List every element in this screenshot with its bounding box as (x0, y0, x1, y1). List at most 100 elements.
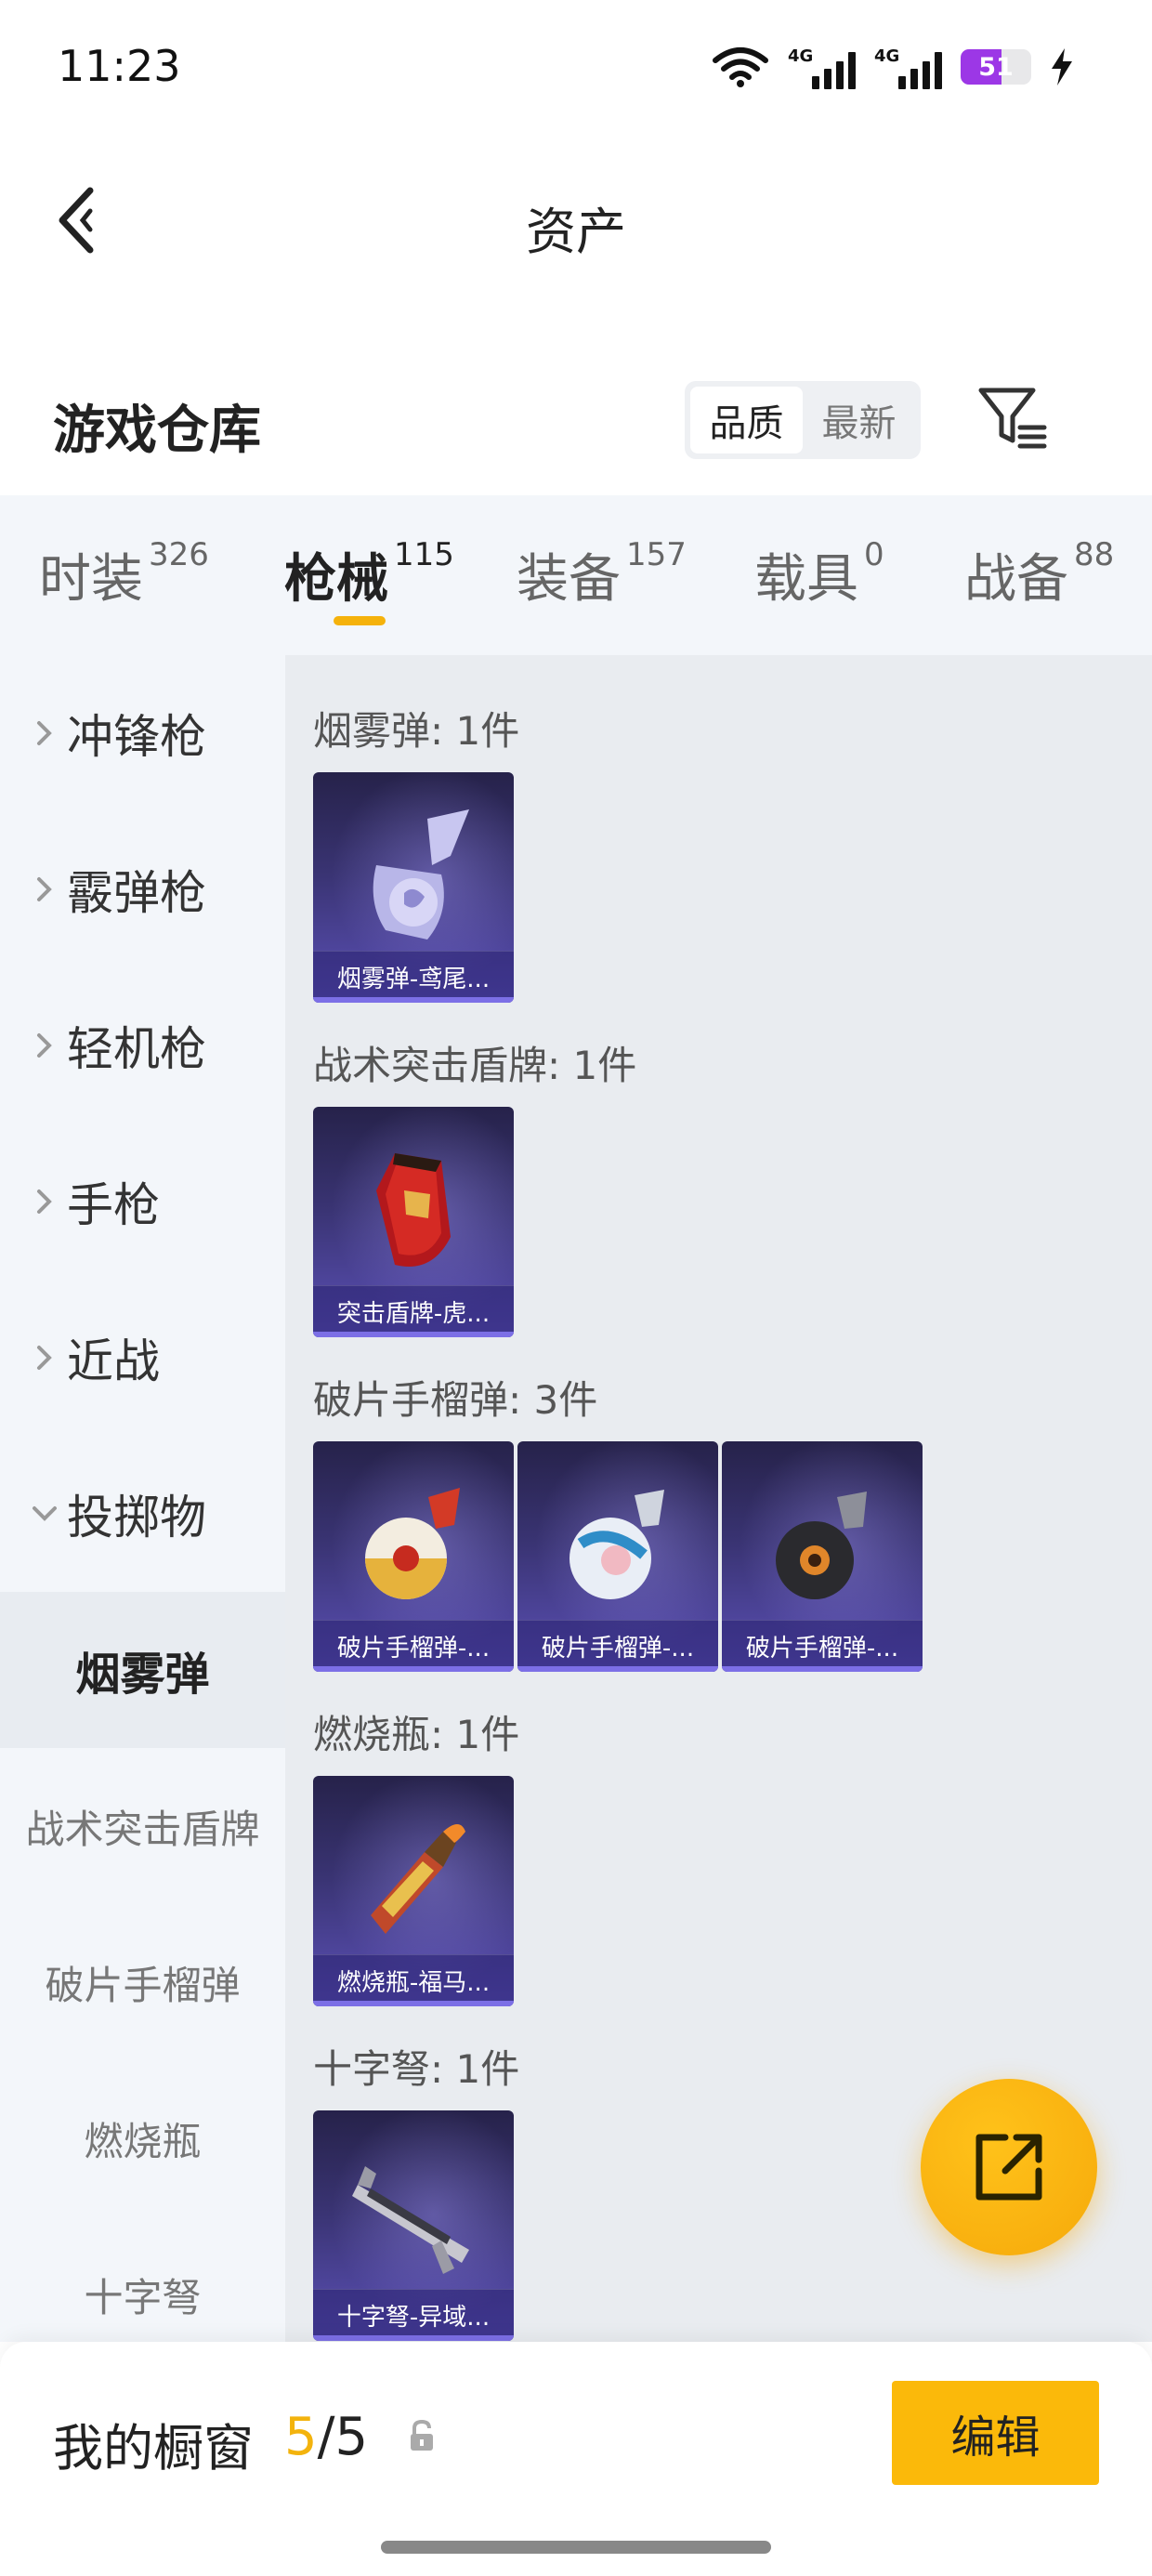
showcase-separator: / (317, 2407, 335, 2467)
sidebar-sub-frag[interactable]: 破片手榴弹 (0, 1904, 285, 2060)
tab-firearms[interactable]: 枪械 115 (284, 537, 454, 612)
status-time: 11:23 (58, 41, 181, 91)
tab-equipment-count: 157 (626, 536, 687, 573)
section-title-shield: 战术突击盾牌: 1件 (313, 1043, 637, 1088)
tab-fashion-label: 时装 (39, 549, 143, 610)
tab-supplies-count: 88 (1074, 536, 1115, 573)
sidebar-item-label: 近战 (67, 1334, 160, 1388)
sidebar-sub-smoke[interactable]: 烟雾弹 (0, 1592, 285, 1748)
item-name-label: 破片手榴弹-... (313, 1620, 514, 1672)
sidebar-item-melee[interactable]: 近战 (0, 1280, 285, 1436)
cell-signal-icon: 4G (788, 45, 856, 89)
chevron-right-icon (26, 1183, 63, 1220)
item-card-shield[interactable]: 突击盾牌-虎... (313, 1107, 514, 1337)
sort-option-quality[interactable]: 品质 (690, 387, 803, 453)
sidebar-item-label: 轻机枪 (67, 1022, 206, 1076)
section-title-smoke: 烟雾弹: 1件 (313, 708, 520, 754)
sidebar-sub-molotov[interactable]: 燃烧瓶 (0, 2060, 285, 2216)
tab-firearms-label: 枪械 (284, 549, 388, 610)
sidebar-item-label: 投掷物 (67, 1491, 206, 1544)
sort-toggle: 品质 最新 (685, 381, 921, 459)
tab-supplies-label: 战备 (964, 549, 1068, 610)
showcase-used: 5 (284, 2407, 318, 2467)
home-indicator[interactable] (381, 2541, 771, 2554)
item-card-molotov[interactable]: 燃烧瓶-福马... (313, 1776, 514, 2006)
wifi-icon (713, 47, 768, 87)
sidebar-item-pistol[interactable]: 手枪 (0, 1124, 285, 1280)
item-card-smoke[interactable]: 烟雾弹-鸢尾... (313, 772, 514, 1003)
tab-supplies[interactable]: 战备 88 (964, 537, 1114, 612)
frag-grenade-icon (776, 1492, 867, 1599)
item-name-label: 破片手榴弹-... (722, 1620, 923, 1672)
item-name: 十字弩-异域... (336, 2304, 491, 2332)
warehouse-title: 游戏仓库 (53, 401, 261, 461)
sidebar-item-lmg[interactable]: 轻机枪 (0, 967, 285, 1124)
item-name: 燃烧瓶-福马... (336, 1969, 491, 1997)
item-card-frag-2[interactable]: 破片手榴弹-... (517, 1441, 718, 1672)
status-icons: 4G 4G 51 (712, 39, 1074, 95)
chevron-right-icon (26, 1339, 63, 1376)
chevron-down-icon (26, 1495, 63, 1532)
sidebar-sub-label: 战术突击盾牌 (25, 1806, 260, 1852)
sidebar-sub-label: 十字弩 (84, 2274, 202, 2320)
category-sidebar: 冲锋枪 霰弹枪 轻机枪 手枪 近战 投掷物 烟雾弹 战术突击盾牌 破片手榴弹 燃… (0, 655, 285, 2342)
sidebar-sub-shield[interactable]: 战术突击盾牌 (0, 1748, 285, 1904)
tab-vehicles[interactable]: 载具 0 (754, 537, 884, 612)
battery-icon: 51 (961, 49, 1031, 85)
signal-type-label-2: 4G (874, 46, 900, 66)
sidebar-sub-label: 烟雾弹 (75, 1649, 210, 1701)
app-root: 11:23 4G 4G 51 资产 游戏仓库 品质 最新 时装 326 枪械 1… (0, 0, 1152, 2576)
sidebar-item-label: 冲锋枪 (67, 710, 206, 764)
item-name: 破片手榴弹-... (541, 1635, 695, 1663)
sidebar-item-label: 霰弹枪 (67, 866, 206, 920)
sidebar-sub-label: 破片手榴弹 (45, 1962, 241, 2008)
filter-button[interactable] (975, 381, 1050, 455)
edit-button[interactable]: 编辑 (892, 2381, 1099, 2485)
chevron-right-icon (26, 715, 63, 752)
section-title-frag: 破片手榴弹: 3件 (313, 1377, 598, 1423)
section-title-molotov: 燃烧瓶: 1件 (313, 1712, 520, 1757)
sidebar-item-label: 手枪 (67, 1178, 160, 1232)
page-title: 资产 (526, 203, 626, 261)
item-name-label: 突击盾牌-虎... (313, 1285, 514, 1337)
item-card-frag-3[interactable]: 破片手榴弹-... (722, 1441, 923, 1672)
showcase-total: 5 (334, 2407, 369, 2467)
frag-grenade-icon (365, 1488, 460, 1599)
tab-fashion[interactable]: 时装 326 (39, 537, 209, 612)
item-name: 烟雾弹-鸢尾... (336, 966, 491, 993)
item-name-label: 破片手榴弹-... (517, 1620, 718, 1672)
smoke-grenade-icon (373, 809, 469, 940)
share-button[interactable] (921, 2079, 1097, 2255)
sort-option-newest[interactable]: 最新 (803, 387, 915, 453)
tab-equipment-label: 装备 (517, 549, 621, 610)
molotov-icon (371, 1824, 465, 1934)
tab-fashion-count: 326 (149, 536, 209, 573)
signal-type-label: 4G (788, 46, 814, 66)
tab-firearms-count: 115 (394, 536, 454, 573)
charging-icon (1052, 48, 1072, 85)
showcase-label: 我的橱窗 (53, 2419, 254, 2477)
item-card-frag-1[interactable]: 破片手榴弹-... (313, 1441, 514, 1672)
frag-grenade-icon (569, 1490, 664, 1599)
tab-vehicles-count: 0 (864, 536, 884, 573)
item-name-label: 十字弩-异域... (313, 2289, 514, 2341)
chevron-right-icon (26, 1027, 63, 1064)
sidebar-item-shotgun[interactable]: 霰弹枪 (0, 811, 285, 967)
active-tab-indicator (334, 616, 386, 625)
item-name: 破片手榴弹-... (336, 1635, 491, 1663)
filter-icon (978, 388, 1047, 449)
item-name: 突击盾牌-虎... (336, 1300, 491, 1328)
tab-equipment[interactable]: 装备 157 (517, 537, 687, 612)
item-name-label: 烟雾弹-鸢尾... (313, 951, 514, 1003)
sidebar-item-smg[interactable]: 冲锋枪 (0, 655, 285, 811)
item-name-label: 燃烧瓶-福马... (313, 1954, 514, 2006)
cell-signal-icon-2: 4G (874, 45, 942, 89)
sidebar-item-throwables[interactable]: 投掷物 (0, 1436, 285, 1592)
status-bar: 11:23 4G 4G 51 (0, 0, 1152, 130)
shield-icon (376, 1153, 451, 1267)
item-card-crossbow[interactable]: 十字弩-异域... (313, 2110, 514, 2341)
sidebar-sub-label: 燃烧瓶 (84, 2118, 202, 2164)
chevron-right-icon (26, 871, 63, 908)
tab-vehicles-label: 载具 (754, 549, 858, 610)
share-icon (975, 2134, 1042, 2201)
